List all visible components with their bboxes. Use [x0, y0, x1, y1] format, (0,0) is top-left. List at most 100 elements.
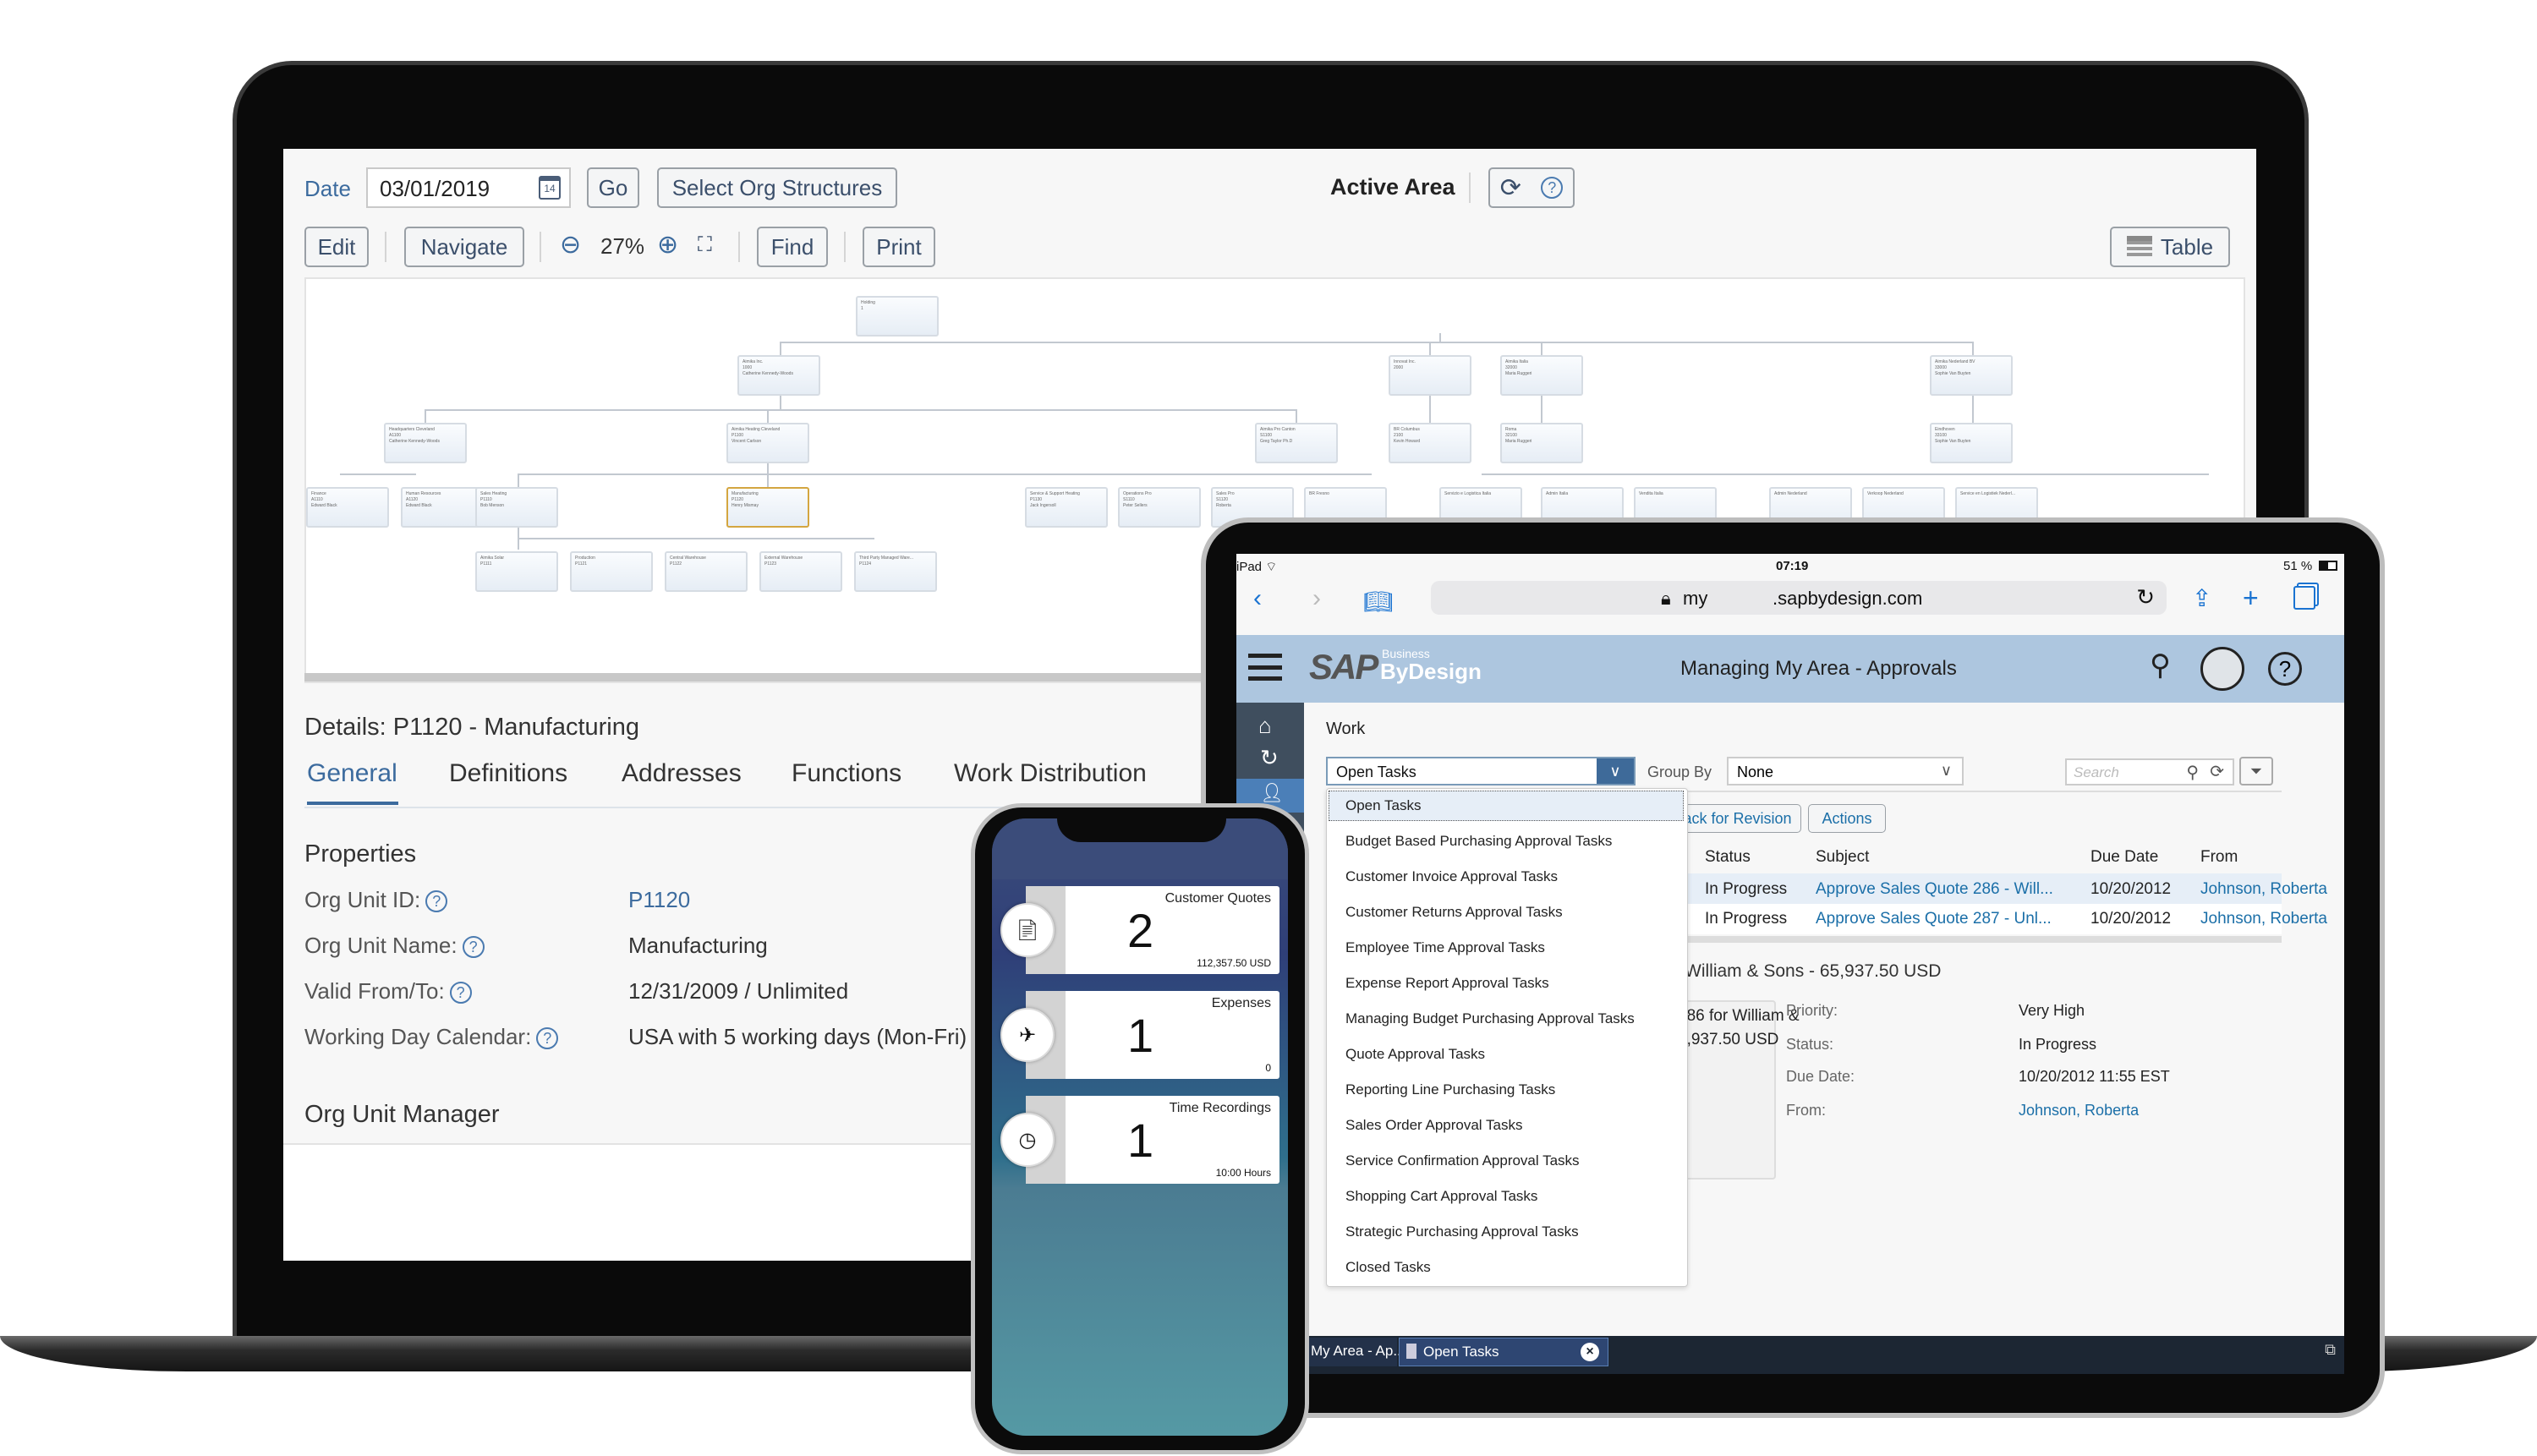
- tab-functions[interactable]: Functions: [792, 759, 901, 788]
- menu-icon[interactable]: [1248, 654, 1282, 681]
- customer-quotes-card[interactable]: Customer Quotes 2 112,357.50 USD: [1026, 886, 1279, 974]
- org-node[interactable]: Central Warehouse P1122: [665, 551, 748, 592]
- help-icon[interactable]: ?: [462, 936, 485, 959]
- tab-general[interactable]: General: [307, 759, 397, 788]
- share-icon[interactable]: ⇪: [2192, 584, 2211, 612]
- navigate-button[interactable]: Navigate: [404, 227, 524, 267]
- find-button[interactable]: Find: [757, 227, 828, 267]
- help-icon[interactable]: ?: [425, 890, 448, 913]
- org-node-holding[interactable]: Holding 1: [856, 296, 939, 337]
- help-icon[interactable]: ?: [449, 982, 472, 1004]
- table-scrollbar[interactable]: [1659, 936, 2282, 943]
- org-node[interactable]: Aimika Nederland BV 33000 Sophie Van Buyte…: [1930, 355, 2013, 396]
- recent-icon[interactable]: ↻: [1260, 745, 1279, 771]
- row-from-link[interactable]: Johnson, Roberta: [2200, 910, 2327, 928]
- org-node[interactable]: Aimika Heating Cleveland P1100 Vincent Car…: [726, 423, 809, 463]
- org-node[interactable]: Aimika Inc. 1000 Catherine Kennedy-Woods: [737, 355, 820, 396]
- refresh-icon[interactable]: ⟳: [2210, 761, 2224, 782]
- dropdown-option[interactable]: Service Confirmation Approval Tasks: [1345, 1152, 1580, 1169]
- org-unit-id-value[interactable]: P1120: [628, 887, 690, 913]
- expenses-card[interactable]: Expenses 1 0: [1026, 991, 1279, 1079]
- org-node[interactable]: Production P1121: [570, 551, 653, 592]
- zoom-out-icon[interactable]: ⊖: [560, 230, 581, 260]
- dropdown-option[interactable]: Closed Tasks: [1345, 1259, 1431, 1276]
- column-from[interactable]: From: [2200, 848, 2238, 867]
- dropdown-option[interactable]: Budget Based Purchasing Approval Tasks: [1345, 833, 1612, 850]
- dropdown-option[interactable]: Shopping Cart Approval Tasks: [1345, 1188, 1537, 1205]
- column-subject[interactable]: Subject: [1816, 848, 1869, 867]
- url-bar[interactable]: 🔒︎ my .sapbydesign.com ↻: [1431, 581, 2167, 615]
- calendar-icon[interactable]: 14: [539, 176, 561, 200]
- edit-button[interactable]: Edit: [304, 227, 369, 267]
- close-all-icon[interactable]: ⧉: [2325, 1341, 2336, 1359]
- org-node[interactable]: Innovat Inc. 2000: [1389, 355, 1471, 396]
- close-icon[interactable]: ×: [1581, 1343, 1599, 1361]
- task-view-select[interactable]: Open Tasks ∨: [1326, 757, 1636, 785]
- filter-icon[interactable]: ⏷: [2239, 757, 2273, 785]
- org-node[interactable]: Service & Support Heating P1130 Jack Inger…: [1025, 487, 1108, 528]
- refresh-icon[interactable]: ⟳: [1500, 173, 1521, 203]
- home-icon[interactable]: ⌂: [1258, 713, 1272, 739]
- tabs-icon[interactable]: [2293, 586, 2315, 610]
- taskbar-tab-active[interactable]: Open Tasks ×: [1399, 1338, 1608, 1366]
- tab-definitions[interactable]: Definitions: [449, 759, 567, 788]
- dropdown-option[interactable]: Customer Returns Approval Tasks: [1345, 904, 1563, 921]
- org-node[interactable]: External Warehouse P1123: [759, 551, 842, 592]
- print-button[interactable]: Print: [863, 227, 935, 267]
- org-node[interactable]: Operations Pro S1110 Peter Sellers: [1118, 487, 1201, 528]
- tab-addresses[interactable]: Addresses: [622, 759, 742, 788]
- user-avatar[interactable]: [2200, 647, 2244, 691]
- row-from-link[interactable]: Johnson, Roberta: [2200, 880, 2327, 899]
- column-due-date[interactable]: Due Date: [2090, 848, 2158, 867]
- dropdown-option[interactable]: Sales Order Approval Tasks: [1345, 1117, 1522, 1134]
- dropdown-option[interactable]: Reporting Line Purchasing Tasks: [1345, 1081, 1555, 1098]
- org-node[interactable]: Eindhoven 33100 Sophie Van Buyten: [1930, 423, 2013, 463]
- search-input[interactable]: Search ⚲ ⟳: [2065, 758, 2234, 785]
- help-icon[interactable]: ?: [536, 1027, 559, 1050]
- org-node[interactable]: Aimika Solar P1111: [475, 551, 558, 592]
- row-subject-link[interactable]: Approve Sales Quote 286 - Will...: [1816, 880, 2053, 899]
- org-node[interactable]: Human Resources A1120 Edward Black: [401, 487, 484, 528]
- select-org-structures-button[interactable]: Select Org Structures: [657, 167, 897, 208]
- org-node[interactable]: Third Party Managed Ware... P1124: [854, 551, 937, 592]
- dropdown-option[interactable]: Open Tasks: [1345, 797, 1421, 814]
- time-recordings-card[interactable]: Time Recordings 1 10:00 Hours: [1026, 1096, 1279, 1184]
- column-status[interactable]: Status: [1705, 848, 1751, 867]
- org-node-selected[interactable]: Manufacturing P1120 Henry Mismay: [726, 487, 809, 528]
- date-input[interactable]: 03/01/2019 14: [366, 167, 571, 208]
- dropdown-option[interactable]: Customer Invoice Approval Tasks: [1345, 868, 1558, 885]
- org-node[interactable]: Roma 32100 Maria Ruggeri: [1500, 423, 1583, 463]
- separator: [738, 232, 740, 262]
- org-node[interactable]: Headquarters Cleveland A1100 Catherine Ken…: [384, 423, 467, 463]
- table-view-button[interactable]: Table: [2110, 227, 2230, 267]
- from-value-link[interactable]: Johnson, Roberta: [2019, 1102, 2139, 1119]
- phone-screen: Customer Quotes 2 112,357.50 USD 📄︎ Expe…: [992, 818, 1288, 1436]
- dropdown-option[interactable]: Employee Time Approval Tasks: [1345, 939, 1545, 956]
- org-node[interactable]: Aimika Pro Canton S1100 Greg Taylor Ph.D: [1255, 423, 1338, 463]
- bookmarks-icon[interactable]: 📖︎: [1363, 588, 1394, 616]
- group-by-select[interactable]: None ∨: [1727, 757, 1964, 785]
- dropdown-option[interactable]: Expense Report Approval Tasks: [1345, 975, 1549, 992]
- org-node[interactable]: Finance A1110 Edward Black: [306, 487, 389, 528]
- search-icon[interactable]: ⚲: [2186, 762, 2199, 783]
- org-node[interactable]: Sales Heating P1110 Bob Menson: [475, 487, 558, 528]
- dropdown-option[interactable]: Managing Budget Purchasing Approval Task…: [1345, 1010, 1635, 1027]
- dropdown-option[interactable]: Strategic Purchasing Approval Tasks: [1345, 1223, 1579, 1240]
- help-icon[interactable]: ?: [2268, 652, 2302, 686]
- reload-icon[interactable]: ↻: [2136, 584, 2155, 610]
- org-node[interactable]: Aimika Italia 32000 Maria Ruggeri: [1500, 355, 1583, 396]
- tab-work-distribution[interactable]: Work Distribution: [954, 759, 1147, 788]
- row-subject-link[interactable]: Approve Sales Quote 287 - Unl...: [1816, 910, 2052, 928]
- new-tab-icon[interactable]: +: [2243, 583, 2259, 614]
- help-icon[interactable]: ?: [1541, 177, 1564, 199]
- back-icon[interactable]: ‹: [1253, 584, 1262, 613]
- org-node[interactable]: BR Columbus 2100 Kevin Howard: [1389, 423, 1471, 463]
- go-button[interactable]: Go: [587, 167, 639, 208]
- forward-icon[interactable]: ›: [1312, 584, 1321, 613]
- zoom-in-icon[interactable]: ⊕: [657, 230, 678, 260]
- fit-to-screen-icon[interactable]: ⛶: [698, 233, 712, 257]
- chevron-down-icon[interactable]: ∨: [1597, 758, 1634, 784]
- actions-button[interactable]: Actions: [1808, 804, 1886, 833]
- dropdown-option[interactable]: Quote Approval Tasks: [1345, 1046, 1485, 1063]
- search-icon[interactable]: ⚲: [2150, 649, 2171, 682]
